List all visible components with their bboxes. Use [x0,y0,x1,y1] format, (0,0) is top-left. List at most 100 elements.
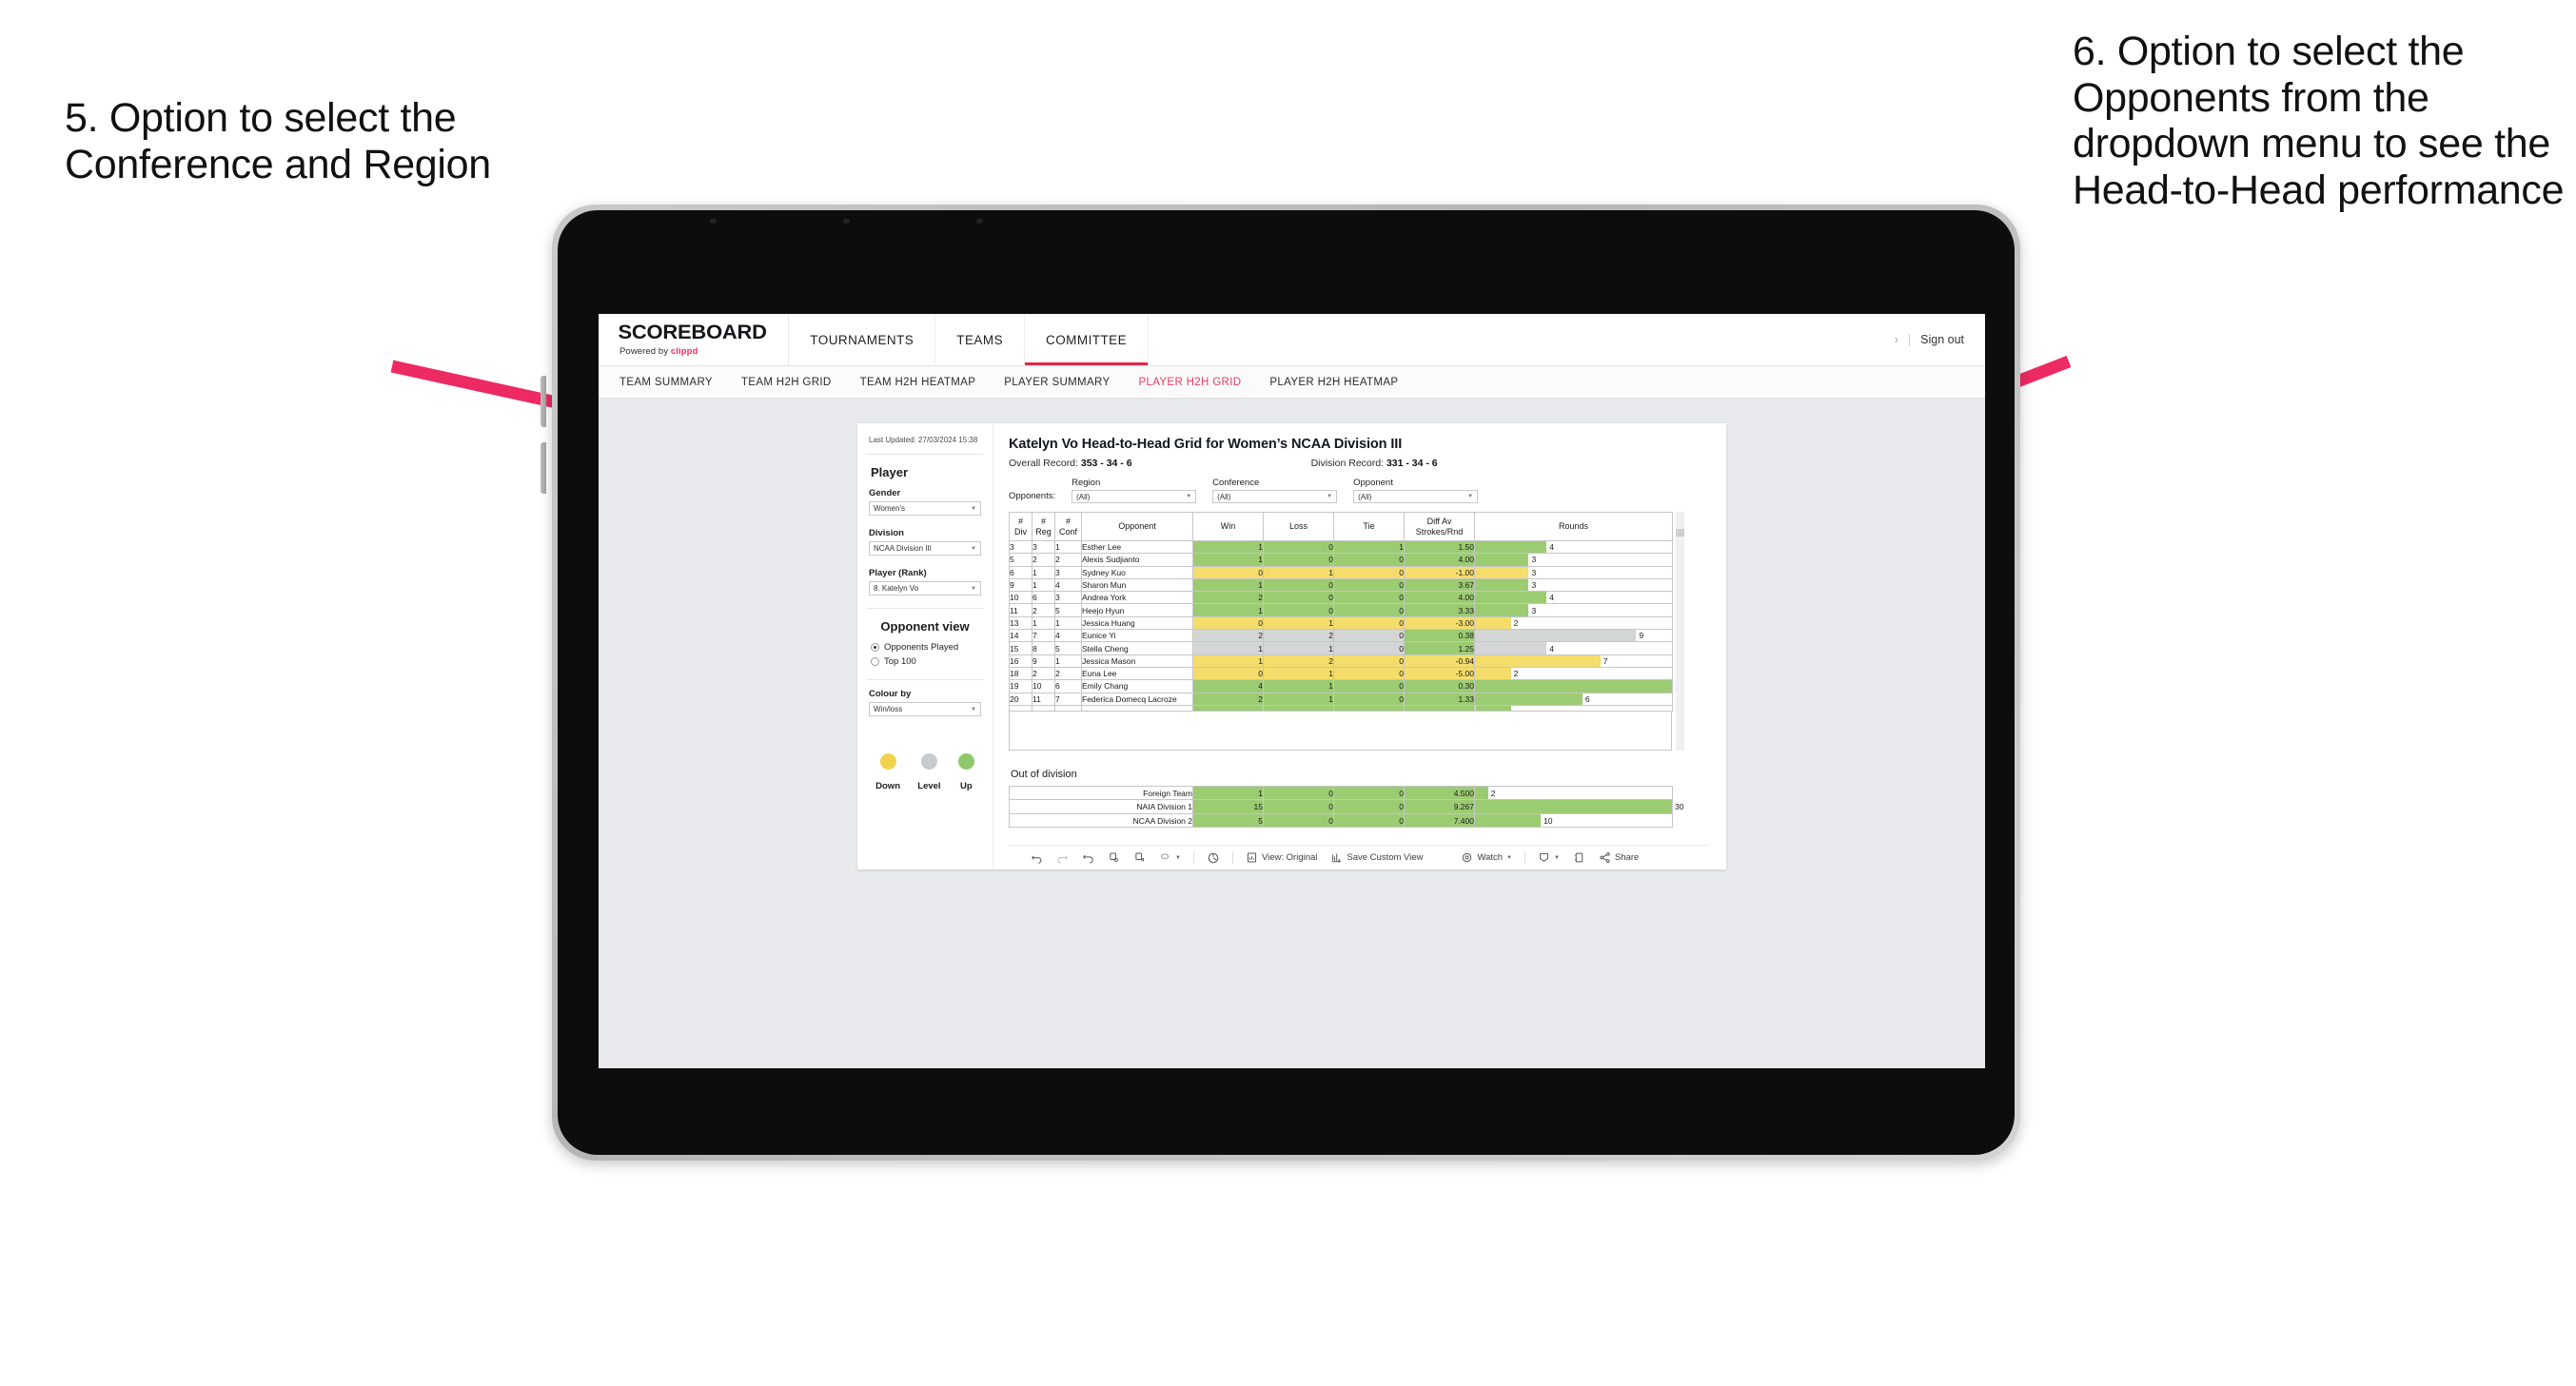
cell-clipped [1032,704,1055,712]
nav-committee[interactable]: COMMITTEE [1025,314,1150,365]
out-of-division-title: Out of division [1011,768,1077,780]
cell-reg: 1 [1032,615,1055,631]
radio-opponents-played[interactable]: Opponents Played [871,642,981,653]
table-scrollbar-thumb[interactable] [1676,529,1684,537]
table-row[interactable]: 13 1 1 Jessica Huang 0 1 0 -3.00 2 [1009,615,1673,631]
cell-loss: 0 [1263,539,1334,555]
cell-tie: 0 [1333,591,1405,605]
undo-button[interactable] [1024,851,1050,865]
cell-ood-tie: 0 [1333,785,1405,801]
out-of-division-row[interactable]: Foreign Team 1 0 0 4.500 2 [1009,785,1673,801]
select-colour-by[interactable]: Win/loss ▼ [869,702,981,716]
out-of-division-table: Foreign Team 1 0 0 4.500 2 NAIA Division 1 15 0 0… [1009,785,1683,829]
chevron-right-icon[interactable]: › [1895,333,1898,346]
save-custom-view-button[interactable]: Save Custom View [1324,851,1429,864]
pause-updates-button[interactable] [1127,851,1152,864]
cell-ood-name: NCAA Division 2 [1009,812,1193,829]
table-row[interactable]: 6 1 3 Sydney Kuo 0 1 0 -1.00 3 [1009,565,1673,579]
table-row[interactable]: 5 2 2 Alexis Sudjianto 1 0 0 4.00 3 [1009,553,1673,567]
watch-button[interactable]: Watch ▼ [1454,851,1519,864]
table-row[interactable]: 3 3 1 Esther Lee 1 0 1 1.50 4 [1009,539,1673,555]
app-header-right: › | Sign out [1895,314,1985,365]
cell-reg: 2 [1032,553,1055,567]
subnav-player-h2h-heatmap[interactable]: PLAYER H2H HEATMAP [1269,377,1398,388]
select-player-rank[interactable]: 8. Katelyn Vo ▼ [869,581,981,595]
radio-unselected-icon [871,657,879,666]
cell-loss: 0 [1263,577,1334,593]
table-row[interactable]: 16 9 1 Jessica Mason 1 2 0 -0.94 7 [1009,654,1673,668]
table-scrollbar[interactable] [1676,512,1684,751]
toolbar-divider-3 [1524,851,1526,865]
table-row[interactable]: 9 1 4 Sharon Mun 1 0 0 3.67 3 [1009,577,1673,593]
subnav-team-h2h-grid[interactable]: TEAM H2H GRID [741,377,832,388]
cell-conf: 5 [1054,641,1082,655]
col-div: # Div [1009,512,1032,541]
cell-reg: 3 [1032,539,1055,555]
cell-win: 1 [1192,577,1264,593]
share-button[interactable]: Share [1592,851,1645,864]
cell-diff: 4.00 [1404,553,1475,567]
volume-button-down[interactable] [541,442,546,494]
sensor-dot-3 [976,219,983,224]
radio-opponents-played-label: Opponents Played [884,642,959,653]
table-row[interactable]: 10 6 3 Andrea York 2 0 0 4.00 4 [1009,591,1673,605]
table-row[interactable]: 14 7 4 Eunice Yi 2 2 0 0.38 9 [1009,629,1673,643]
table-row[interactable]: 18 2 2 Euna Lee 0 1 0 -5.00 2 [1009,666,1673,681]
radio-top-100[interactable]: Top 100 [871,656,981,667]
subnav-team-h2h-heatmap[interactable]: TEAM H2H HEATMAP [860,377,976,388]
rounds-value: 2 [1513,669,1519,679]
out-of-division-row[interactable]: NAIA Division 1 15 0 0 9.267 30 [1009,799,1683,814]
out-of-division-body: Foreign Team 1 0 0 4.500 2 NAIA Division 1 15 0 0… [1009,785,1683,829]
cell-rounds: 11 [1474,679,1683,693]
chevron-down-icon: ▼ [1175,854,1181,861]
download-button[interactable]: ▼ [1531,851,1566,864]
dashboard-card: Last Updated: 27/03/2024 15:38 Player Ge… [857,423,1726,870]
rounds-value: 3 [1531,605,1537,615]
filter-region-select[interactable]: (All) ▼ [1072,490,1197,503]
filter-opponent-select[interactable]: (All) ▼ [1353,490,1479,503]
toolbar-divider-1 [1192,851,1194,865]
subnav-team-summary[interactable]: TEAM SUMMARY [619,377,713,388]
chevron-down-icon: ▼ [1186,494,1192,499]
view-original-button[interactable]: View: Original [1239,851,1324,864]
revert-button[interactable] [1075,851,1101,864]
nav-teams[interactable]: TEAMS [935,314,1026,365]
filter-conference-select[interactable]: (All) ▼ [1212,490,1338,503]
select-division[interactable]: NCAA Division III ▼ [869,541,981,556]
cell-diff: 4.00 [1404,591,1475,605]
sensor-dot-2 [843,219,850,224]
volume-button-up[interactable] [541,376,546,427]
sign-out-link[interactable]: Sign out [1920,333,1964,346]
cell-div: 9 [1009,577,1032,593]
cell-clipped [1404,704,1475,712]
brand-logo[interactable]: SCOREBOARD Powered by clippd [599,314,790,365]
table-row[interactable]: 11 2 5 Heejo Hyun 1 0 0 3.33 3 [1009,603,1673,617]
highlight-button[interactable] [1200,851,1227,865]
subnav-player-h2h-grid[interactable]: PLAYER H2H GRID [1138,377,1241,388]
cell-rounds: 3 [1474,553,1673,567]
cell-diff: 1.33 [1404,692,1475,706]
table-row[interactable]: 19106Emily Chang4100.3011 [1009,679,1683,693]
subnav-player-summary[interactable]: PLAYER SUMMARY [1004,377,1110,388]
main-panel: Katelyn Vo Head-to-Head Grid for Women’s… [993,423,1726,870]
rounds-bar [1475,630,1637,642]
fullscreen-button[interactable] [1566,851,1592,864]
out-of-division-row[interactable]: NCAA Division 2 5 0 0 7.400 10 [1009,812,1673,829]
nav-tournaments[interactable]: TOURNAMENTS [789,314,936,365]
redo-button[interactable] [1050,851,1075,865]
cell-opponent: Jessica Huang [1081,615,1193,631]
view-shape-button[interactable]: ▼ [1152,851,1188,864]
rounds-value: 4 [1549,593,1554,603]
col-tie: Tie [1333,512,1405,541]
brand-title: SCOREBOARD [618,321,767,344]
filter-region-value: (All) [1076,492,1091,501]
refresh-data-button[interactable] [1101,851,1127,864]
select-gender[interactable]: Women’s ▼ [869,501,981,516]
table-header-row: #Div #Reg #Conf Opponent Win Loss Tie [1009,512,1673,541]
table-row[interactable]: 15 8 5 Stella Cheng 1 1 0 1.25 4 [1009,641,1673,655]
cell-rounds: 7 [1474,654,1673,668]
cell-opponent: Jessica Mason [1081,654,1193,668]
rounds-value: 4 [1549,542,1554,553]
overall-record-label: Overall Record: [1009,458,1081,469]
table-row[interactable]: 20 11 7 Federica Domecq Lacroze 2 1 0 1.33 6 [1009,692,1673,706]
